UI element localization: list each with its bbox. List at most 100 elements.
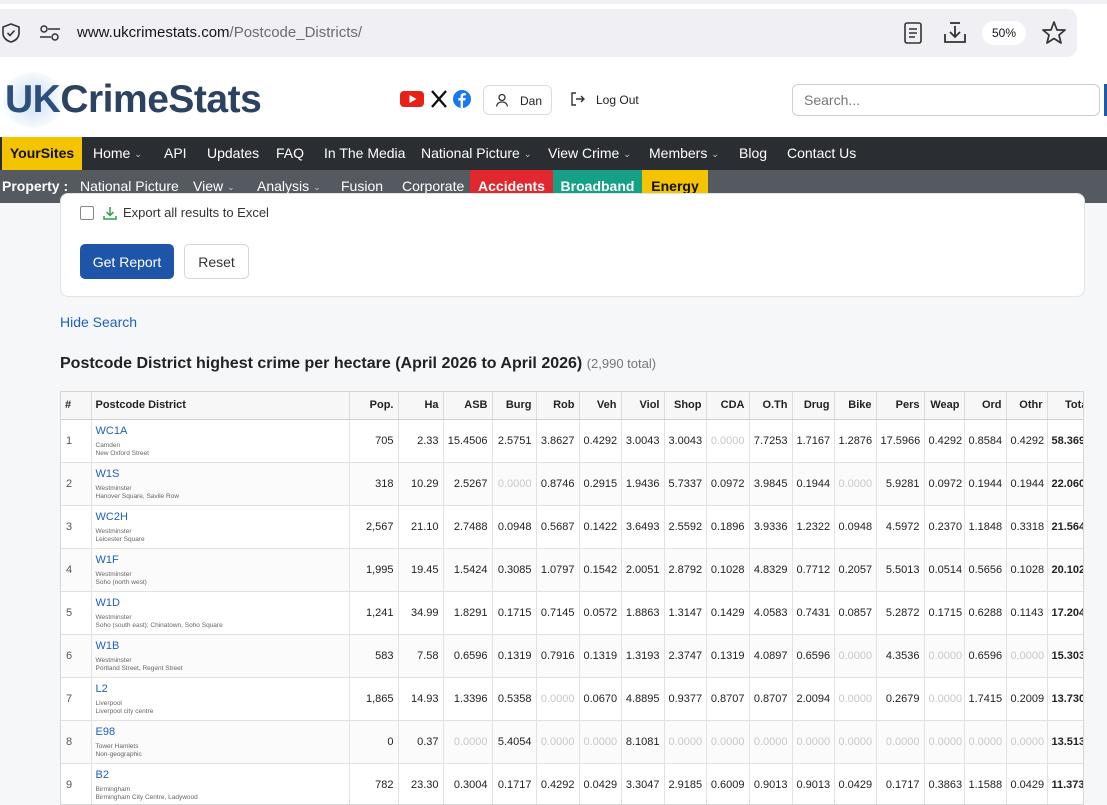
column-header[interactable]: Othr	[1006, 392, 1048, 420]
postcode-area: Westminster	[95, 613, 132, 621]
chevron-down-icon: ⌄	[623, 149, 631, 159]
crime-rate-cell: 0.0429	[1006, 763, 1048, 804]
logout-label: Log Out	[596, 93, 639, 107]
row-index: 2	[61, 462, 92, 506]
postcode-area: Liverpool	[95, 699, 122, 707]
column-header[interactable]: Viol	[621, 392, 665, 420]
postcode-district-link[interactable]: W1S	[96, 468, 345, 480]
zoom-level-badge[interactable]: 50%	[982, 21, 1026, 45]
postcode-cell: W1B Westminster Portland Street, Regent St…	[91, 634, 350, 678]
table-row: 2 W1S Westminster Hanover Square, Savile Ro…	[61, 462, 1083, 506]
site-logo[interactable]: UKCrimeStats	[5, 78, 262, 122]
url-text[interactable]: www.ukcrimestats.com/Postcode_Districts/	[77, 24, 362, 41]
crime-rate-cell: 0.0000	[536, 720, 580, 764]
nav-home[interactable]: Home ⌄	[93, 137, 142, 170]
postcode-area: Westminster	[95, 570, 132, 578]
postcode-district-link[interactable]: W1F	[96, 554, 345, 566]
postcode-district-link[interactable]: W1D	[96, 597, 345, 609]
crime-rate-cell: 0.0000	[492, 462, 537, 506]
postcode-district-link[interactable]: B2	[96, 769, 345, 781]
total-cell: 21.5640	[1047, 505, 1083, 549]
column-header[interactable]: Ord	[964, 392, 1007, 420]
site-permissions-icon[interactable]	[39, 24, 61, 42]
column-header[interactable]: O.Th	[749, 392, 793, 420]
column-header[interactable]: #	[61, 392, 92, 420]
column-header[interactable]: Pers	[876, 392, 925, 420]
crime-rate-cell: 3.0043	[664, 419, 707, 463]
tracking-protection-shield-icon[interactable]	[0, 22, 22, 44]
column-header[interactable]: Pop.	[349, 392, 399, 420]
reset-button[interactable]: Reset	[184, 244, 249, 279]
column-header[interactable]: Weap	[924, 392, 965, 420]
population-cell: 583	[349, 634, 399, 678]
column-header[interactable]: Total	[1047, 392, 1083, 420]
nav-blog[interactable]: Blog	[739, 137, 767, 170]
get-report-button[interactable]: Get Report	[80, 244, 174, 279]
postcode-description: Non-geographic	[95, 750, 142, 758]
nav-view-crime[interactable]: View Crime ⌄	[548, 137, 631, 170]
crime-rate-cell: 15.4506	[443, 419, 493, 463]
reader-view-icon[interactable]	[902, 21, 924, 45]
column-header[interactable]: Ha	[398, 392, 444, 420]
site-search-input[interactable]	[792, 84, 1100, 116]
export-excel-label[interactable]: Export all results to Excel	[123, 205, 269, 220]
crime-rate-cell: 2.7488	[443, 505, 493, 549]
crime-rate-cell: 5.4054	[492, 720, 537, 764]
crime-rate-cell: 2.0051	[621, 548, 665, 592]
column-header[interactable]: Shop	[664, 392, 707, 420]
postcode-district-link[interactable]: WC1A	[96, 425, 345, 437]
export-excel-checkbox[interactable]	[80, 206, 94, 220]
url-host: www.ukcrimestats.com	[77, 24, 230, 41]
column-header[interactable]: Bike	[834, 392, 877, 420]
crime-rate-cell: 0.3863	[924, 763, 965, 804]
user-account-button[interactable]: Dan	[483, 85, 552, 115]
crime-rate-cell: 4.8329	[749, 548, 793, 592]
column-header[interactable]: Veh	[579, 392, 622, 420]
crime-rate-cell: 0.1715	[924, 591, 965, 635]
crime-rate-cell: 0.4292	[924, 419, 965, 463]
crime-rate-cell: 0.1717	[492, 763, 537, 804]
column-header[interactable]: ASB	[443, 392, 493, 420]
crime-rate-cell: 5.7337	[664, 462, 707, 506]
nav-members[interactable]: Members ⌄	[649, 137, 719, 170]
column-header[interactable]: Postcode District	[91, 392, 350, 420]
bookmark-star-icon[interactable]	[1041, 20, 1067, 46]
nav-home-label: Home	[93, 145, 131, 161]
postcode-cell: WC2H Westminster Leicester Square	[91, 505, 350, 549]
crime-rate-cell: 0.2057	[834, 548, 877, 592]
total-cell: 13.5135	[1047, 720, 1083, 764]
x-twitter-icon[interactable]	[430, 90, 448, 108]
postcode-description: Liverpool city centre	[95, 707, 154, 715]
postcode-district-link[interactable]: WC2H	[96, 511, 345, 523]
postcode-description: Hanover Square, Savile Row	[95, 492, 179, 500]
row-index: 4	[61, 548, 92, 592]
save-to-pocket-icon[interactable]	[942, 20, 968, 46]
nav-api[interactable]: API	[164, 137, 187, 170]
column-header[interactable]: Burg	[492, 392, 537, 420]
nav-in-the-media[interactable]: In The Media	[324, 137, 405, 170]
nav-yoursites[interactable]: YourSites	[2, 137, 82, 170]
column-header[interactable]: CDA	[706, 392, 750, 420]
youtube-icon[interactable]	[400, 90, 424, 108]
row-index: 6	[61, 634, 92, 678]
facebook-icon[interactable]	[453, 90, 471, 108]
hectares-cell: 14.93	[398, 677, 444, 721]
crime-rate-cell: 3.8627	[536, 419, 580, 463]
postcode-district-link[interactable]: W1B	[96, 640, 345, 652]
crime-rate-cell: 1.2322	[792, 505, 835, 549]
crime-rate-cell: 0.1896	[706, 505, 750, 549]
nav-contact-us[interactable]: Contact Us	[787, 137, 856, 170]
total-cell: 22.0603	[1047, 462, 1083, 506]
hide-search-link[interactable]: Hide Search	[60, 314, 137, 330]
crime-rate-cell: 0.0948	[492, 505, 537, 549]
nav-faq[interactable]: FAQ	[276, 137, 304, 170]
postcode-district-link[interactable]: L2	[96, 683, 345, 695]
column-header[interactable]: Rob	[536, 392, 580, 420]
column-header[interactable]: Drug	[792, 392, 835, 420]
postcode-district-link[interactable]: E98	[96, 726, 345, 738]
crime-rate-cell: 0.1028	[706, 548, 750, 592]
crime-rate-cell: 0.0429	[834, 763, 877, 804]
nav-national-picture[interactable]: National Picture ⌄	[421, 137, 531, 170]
row-index: 5	[61, 591, 92, 635]
nav-updates[interactable]: Updates	[207, 137, 259, 170]
